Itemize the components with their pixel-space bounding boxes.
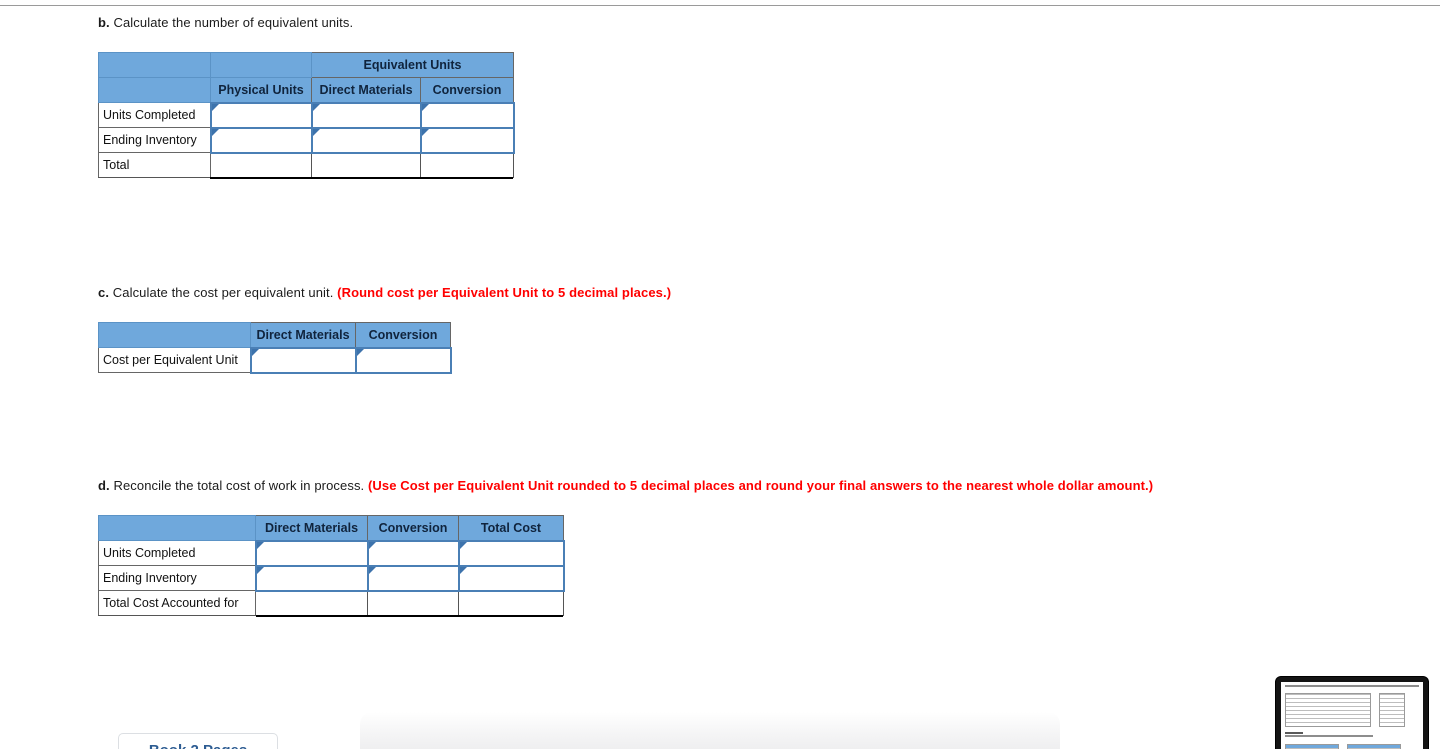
table-b-row-label-2: Total [98, 152, 211, 178]
table-c-input-cost-per-unit-direct-materials[interactable] [249, 346, 357, 374]
table-b-input-ending-inventory-conversion[interactable] [419, 126, 515, 154]
table-b-corner-cell-1 [98, 52, 211, 78]
book-pages-button-label: Book 2 Pages [149, 742, 247, 749]
table-row: Units Completed [98, 539, 565, 567]
table-b-input-ending-inventory-physical[interactable] [209, 126, 313, 154]
question-b-label: b. [98, 15, 110, 30]
table-d-input-units-completed-conversion[interactable] [366, 539, 460, 567]
table-c-input-cost-per-unit-conversion[interactable] [354, 346, 452, 374]
book-pages-button[interactable]: Book 2 Pages [118, 733, 278, 749]
table-b-col-header-3: Conversion [420, 77, 514, 103]
thumbnail-text-line [1285, 735, 1374, 737]
question-c-note: (Round cost per Equivalent Unit to 5 dec… [337, 285, 672, 300]
thumbnail-text-line [1285, 685, 1419, 687]
table-b-col-header-0 [98, 77, 211, 103]
table-d-total-double-rule [256, 615, 563, 617]
question-c-label: c. [98, 285, 110, 300]
footer-panel [360, 712, 1060, 749]
table-c-col-header-0 [98, 322, 251, 348]
table-c-row-label-0: Cost per Equivalent Unit [98, 347, 251, 373]
table-b-total-double-rule [210, 177, 513, 179]
table-c-col-header-2: Conversion [355, 322, 451, 348]
question-d-prompt: d. Reconcile the total cost of work in p… [98, 478, 1153, 493]
table-d-input-ending-inventory-total-cost[interactable] [457, 564, 565, 592]
table-d-input-ending-inventory-direct-materials[interactable] [254, 564, 369, 592]
cost-reconciliation-table: Direct Materials Conversion Total Cost U… [98, 515, 565, 616]
top-divider [0, 5, 1440, 6]
question-b-prompt: b. Calculate the number of equivalent un… [98, 15, 353, 30]
table-b-total-conversion [420, 152, 514, 178]
table-d-col-header-3: Total Cost [458, 515, 564, 541]
equivalent-units-table: Equivalent Units Physical Units Direct M… [98, 52, 515, 178]
table-b-input-units-completed-physical[interactable] [209, 101, 313, 129]
page-thumbnail-preview[interactable] [1276, 677, 1428, 749]
table-b-input-ending-inventory-direct-materials[interactable] [310, 126, 422, 154]
thumbnail-mini-table [1285, 693, 1371, 728]
question-d-label: d. [98, 478, 110, 493]
table-b-row-label-0: Units Completed [98, 102, 211, 128]
table-c-header-row: Direct Materials Conversion [98, 322, 451, 348]
table-d-row-label-1: Ending Inventory [98, 565, 256, 591]
table-d-input-ending-inventory-conversion[interactable] [366, 564, 460, 592]
table-d-total-total-cost [458, 590, 564, 616]
table-b-input-units-completed-conversion[interactable] [419, 101, 515, 129]
table-b-col-header-1: Physical Units [210, 77, 312, 103]
table-d-total-direct-materials [255, 590, 368, 616]
table-b-row-label-1: Ending Inventory [98, 127, 211, 153]
table-b-group-header: Equivalent Units [311, 52, 514, 78]
table-row: Total [98, 152, 514, 178]
table-b-corner-cell-2 [210, 52, 312, 78]
question-d-note: (Use Cost per Equivalent Unit rounded to… [367, 478, 1154, 493]
thumbnail-mini-table [1347, 743, 1402, 749]
table-d-row-label-2: Total Cost Accounted for [98, 590, 256, 616]
worksheet-page: b. Calculate the number of equivalent un… [0, 0, 1440, 749]
table-d-col-header-0 [98, 515, 256, 541]
question-c-prompt: c. Calculate the cost per equivalent uni… [98, 285, 671, 300]
table-row: Ending Inventory [98, 564, 565, 592]
table-row: Total Cost Accounted for [98, 590, 564, 616]
table-d-input-units-completed-total-cost[interactable] [457, 539, 565, 567]
thumbnail-mini-table [1379, 693, 1406, 728]
table-row: Units Completed [98, 101, 515, 129]
question-d-text: Reconcile the total cost of work in proc… [109, 478, 368, 493]
table-row: Cost per Equivalent Unit [98, 346, 452, 374]
table-b-total-direct-materials [311, 152, 421, 178]
table-b-input-units-completed-direct-materials[interactable] [310, 101, 422, 129]
thumbnail-mini-table [1285, 743, 1339, 749]
table-b-total-physical [210, 152, 312, 178]
table-d-row-label-0: Units Completed [98, 540, 256, 566]
question-c-text: Calculate the cost per equivalent unit. [109, 285, 338, 300]
table-d-total-conversion [367, 590, 459, 616]
cost-per-equivalent-unit-table: Direct Materials Conversion Cost per Equ… [98, 322, 452, 374]
table-b-group-header-row: Equivalent Units [98, 52, 514, 78]
table-d-input-units-completed-direct-materials[interactable] [254, 539, 369, 567]
table-d-col-header-2: Conversion [367, 515, 459, 541]
table-b-col-header-2: Direct Materials [311, 77, 421, 103]
thumbnail-text-line [1285, 732, 1303, 734]
question-b-text: Calculate the number of equivalent units… [109, 15, 354, 30]
thumbnail-page-content [1281, 682, 1423, 749]
table-b-header-row: Physical Units Direct Materials Conversi… [98, 77, 514, 103]
table-c-col-header-1: Direct Materials [250, 322, 356, 348]
table-d-header-row: Direct Materials Conversion Total Cost [98, 515, 564, 541]
table-row: Ending Inventory [98, 126, 515, 154]
table-d-col-header-1: Direct Materials [255, 515, 368, 541]
